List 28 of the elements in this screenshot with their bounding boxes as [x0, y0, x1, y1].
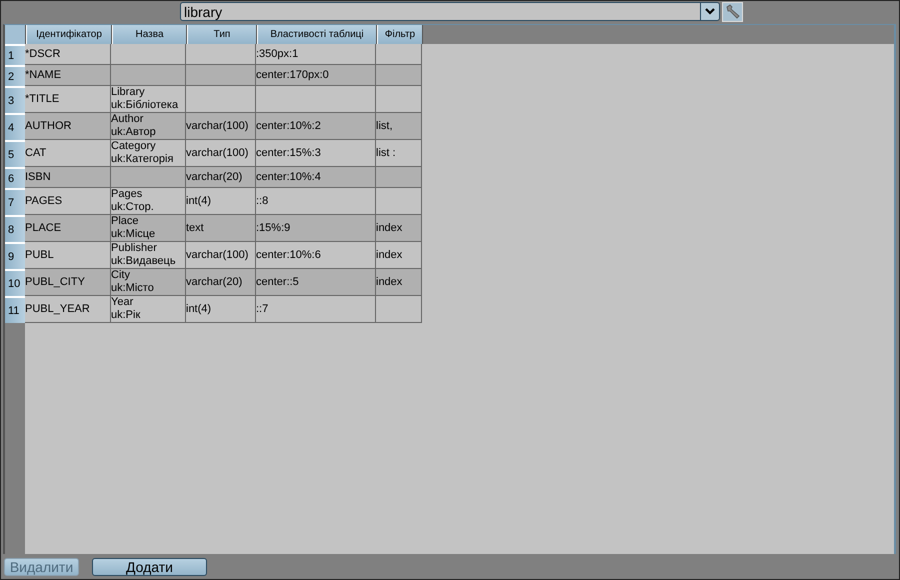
row-number[interactable]: 3 — [5, 86, 25, 113]
row-number[interactable]: 1 — [5, 44, 25, 65]
dropdown-button[interactable] — [700, 3, 719, 20]
row-number[interactable]: 10 — [5, 269, 25, 296]
table-cell: int(4) — [186, 296, 256, 323]
column-header[interactable]: Фільтр — [377, 25, 423, 44]
row-number[interactable]: 8 — [5, 215, 25, 242]
wrench-icon — [724, 4, 740, 20]
row-number[interactable]: 9 — [5, 242, 25, 269]
row-number[interactable]: 6 — [5, 167, 25, 188]
chevron-down-icon — [705, 8, 715, 15]
add-button[interactable]: Додати — [92, 558, 207, 576]
table-cell: ::7 — [256, 296, 376, 323]
column-header[interactable]: Ідентифікатор — [26, 25, 112, 44]
table-cell: PUBL_YEAR — [25, 296, 111, 323]
column-header[interactable]: Властивості таблиці — [257, 25, 377, 44]
row-number[interactable]: 2 — [5, 65, 25, 86]
column-header[interactable]: Назва — [112, 25, 187, 44]
column-header[interactable]: Тип — [187, 25, 257, 44]
settings-button[interactable] — [722, 2, 743, 22]
row-number[interactable]: 5 — [5, 140, 25, 167]
row-number[interactable]: 4 — [5, 113, 25, 140]
row-number[interactable]: 7 — [5, 188, 25, 215]
header-corner — [5, 25, 26, 44]
table-cell — [376, 296, 422, 323]
row-number[interactable]: 11 — [5, 296, 25, 323]
table-cell: Year uk:Рік — [111, 296, 186, 323]
table-select[interactable]: library — [180, 2, 720, 21]
